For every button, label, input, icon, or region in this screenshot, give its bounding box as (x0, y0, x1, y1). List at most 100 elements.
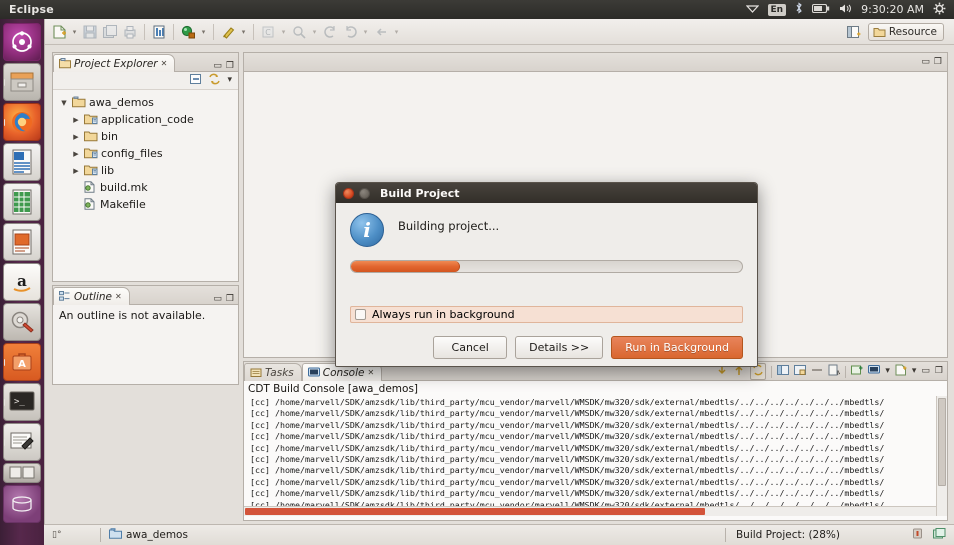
files-icon[interactable] (3, 63, 41, 101)
workspace-switcher-icon[interactable] (3, 463, 41, 483)
perspective-switch-resource[interactable]: Resource (868, 23, 944, 41)
close-icon[interactable]: ✕ (367, 368, 374, 377)
print-button[interactable] (120, 22, 140, 42)
close-icon[interactable]: ✕ (161, 59, 168, 68)
new-console-view-button[interactable] (777, 364, 789, 379)
status-build-progress[interactable]: Build Project: (28%) (717, 525, 954, 545)
run-dropdown[interactable]: ▾ (238, 22, 249, 42)
cancel-button[interactable]: Cancel (433, 336, 507, 359)
trash-icon[interactable] (3, 485, 41, 523)
minimize-icon[interactable]: ▭ (213, 62, 222, 71)
close-icon[interactable]: ✕ (115, 292, 122, 301)
console-vertical-scrollbar[interactable] (936, 396, 947, 516)
bluetooth-icon[interactable] (795, 2, 803, 17)
always-run-in-background-checkbox[interactable] (355, 309, 366, 320)
progress-bar-fill (351, 261, 460, 272)
ubuntu-software-icon[interactable]: A (3, 343, 41, 381)
expand-arrow-icon[interactable]: ▶ (71, 133, 81, 141)
scrollbar-thumb[interactable] (245, 508, 705, 515)
libreoffice-writer-icon[interactable] (3, 143, 41, 181)
open-perspective-button[interactable] (844, 22, 864, 42)
firefox-icon[interactable] (3, 103, 41, 141)
minimize-icon[interactable]: ▭ (921, 58, 930, 67)
tab-outline[interactable]: Outline ✕ (53, 287, 130, 305)
details-button[interactable]: Details >> (515, 336, 603, 359)
run-button[interactable] (218, 22, 238, 42)
perspective-label: Resource (889, 26, 937, 38)
view-menu-button[interactable]: ▾ (227, 76, 232, 85)
expand-arrow-icon[interactable]: ▶ (71, 116, 81, 124)
tree-row-makefile[interactable]: Makefile (57, 196, 238, 213)
collapse-all-button[interactable] (189, 73, 202, 88)
keyboard-layout-indicator[interactable]: En (768, 4, 787, 16)
show-progress-view-button[interactable] (933, 528, 946, 542)
tree-row-lib[interactable]: ▶ lib (57, 162, 238, 179)
session-menu-icon[interactable] (933, 2, 946, 18)
battery-icon[interactable] (812, 4, 830, 16)
console-horizontal-scrollbar[interactable] (244, 506, 936, 516)
build-all-button[interactable] (149, 22, 169, 42)
minimize-icon[interactable]: ▭ (213, 295, 222, 304)
maximize-icon[interactable] (359, 188, 370, 199)
link-with-editor-button[interactable] (208, 73, 221, 88)
new-wizard-button[interactable] (49, 22, 69, 42)
tree-row-build-mk[interactable]: build.mk (57, 179, 238, 196)
new-console-button[interactable] (895, 364, 907, 379)
debug-dropdown[interactable]: ▾ (198, 22, 209, 42)
scrollbar-thumb[interactable] (938, 398, 946, 486)
next-annotation-dropdown[interactable]: ▾ (360, 22, 371, 42)
new-console-dropdown[interactable]: ▾ (912, 367, 917, 376)
debug-button[interactable] (178, 22, 198, 42)
tab-tasks[interactable]: Tasks (244, 363, 302, 381)
minimize-icon[interactable]: ▭ (921, 367, 930, 376)
tree-row-application-code[interactable]: ▶ application_code (57, 111, 238, 128)
expand-arrow-icon[interactable]: ▶ (71, 167, 81, 175)
stop-build-button[interactable] (912, 528, 923, 542)
volume-icon[interactable] (839, 3, 852, 17)
maximize-icon[interactable]: ❐ (934, 58, 942, 67)
terminal-icon[interactable]: >_ (3, 383, 41, 421)
console-output[interactable]: [cc] /home/marvell/SDK/amzsdk/lib/third_… (244, 396, 947, 516)
remove-launch-button[interactable] (851, 364, 863, 379)
libreoffice-impress-icon[interactable] (3, 223, 41, 261)
search-dropdown[interactable]: ▾ (309, 22, 320, 42)
text-editor-icon[interactable] (3, 423, 41, 461)
console-line: [cc] /home/marvell/SDK/amzsdk/lib/third_… (250, 465, 947, 476)
search-button[interactable] (289, 22, 309, 42)
new-wizard-dropdown[interactable]: ▾ (69, 22, 80, 42)
open-console-button[interactable] (794, 364, 806, 379)
display-console-button[interactable] (868, 364, 880, 379)
amazon-icon[interactable]: a (3, 263, 41, 301)
next-annotation-button[interactable] (340, 22, 360, 42)
ubuntu-dash-icon[interactable] (3, 23, 41, 61)
view-controls: ▭ ❐ (213, 295, 238, 304)
tree-row-bin[interactable]: ▶ bin (57, 128, 238, 145)
expand-arrow-icon[interactable]: ▶ (71, 150, 81, 158)
maximize-icon[interactable]: ❐ (226, 295, 234, 304)
terminate-button[interactable]: M (828, 364, 840, 379)
clock[interactable]: 9:30:20 AM (861, 3, 924, 16)
new-c-class-button[interactable]: C (258, 22, 278, 42)
tree-row-awa-demos[interactable]: ▼ awa_demos (57, 94, 238, 111)
maximize-icon[interactable]: ❐ (226, 62, 234, 71)
maximize-icon[interactable]: ❐ (935, 367, 943, 376)
previous-annotation-button[interactable] (320, 22, 340, 42)
libreoffice-calc-icon[interactable] (3, 183, 41, 221)
save-button[interactable] (80, 22, 100, 42)
back-button[interactable] (371, 22, 391, 42)
system-settings-icon[interactable] (3, 303, 41, 341)
always-run-in-background-row[interactable]: Always run in background (350, 306, 743, 323)
expand-arrow-icon[interactable]: ▼ (59, 99, 69, 107)
run-in-background-button[interactable]: Run in Background (611, 336, 743, 359)
back-dropdown[interactable]: ▾ (391, 22, 402, 42)
project-icon (72, 96, 86, 109)
tree-label: lib (101, 164, 114, 177)
display-console-dropdown[interactable]: ▾ (885, 367, 890, 376)
new-c-class-dropdown[interactable]: ▾ (278, 22, 289, 42)
save-all-button[interactable] (100, 22, 120, 42)
wifi-icon[interactable] (746, 3, 759, 16)
close-icon[interactable] (343, 188, 354, 199)
tree-row-config-files[interactable]: ▶ config_files (57, 145, 238, 162)
tab-project-explorer[interactable]: Project Explorer ✕ (53, 54, 175, 72)
clear-console-button[interactable] (811, 364, 823, 379)
